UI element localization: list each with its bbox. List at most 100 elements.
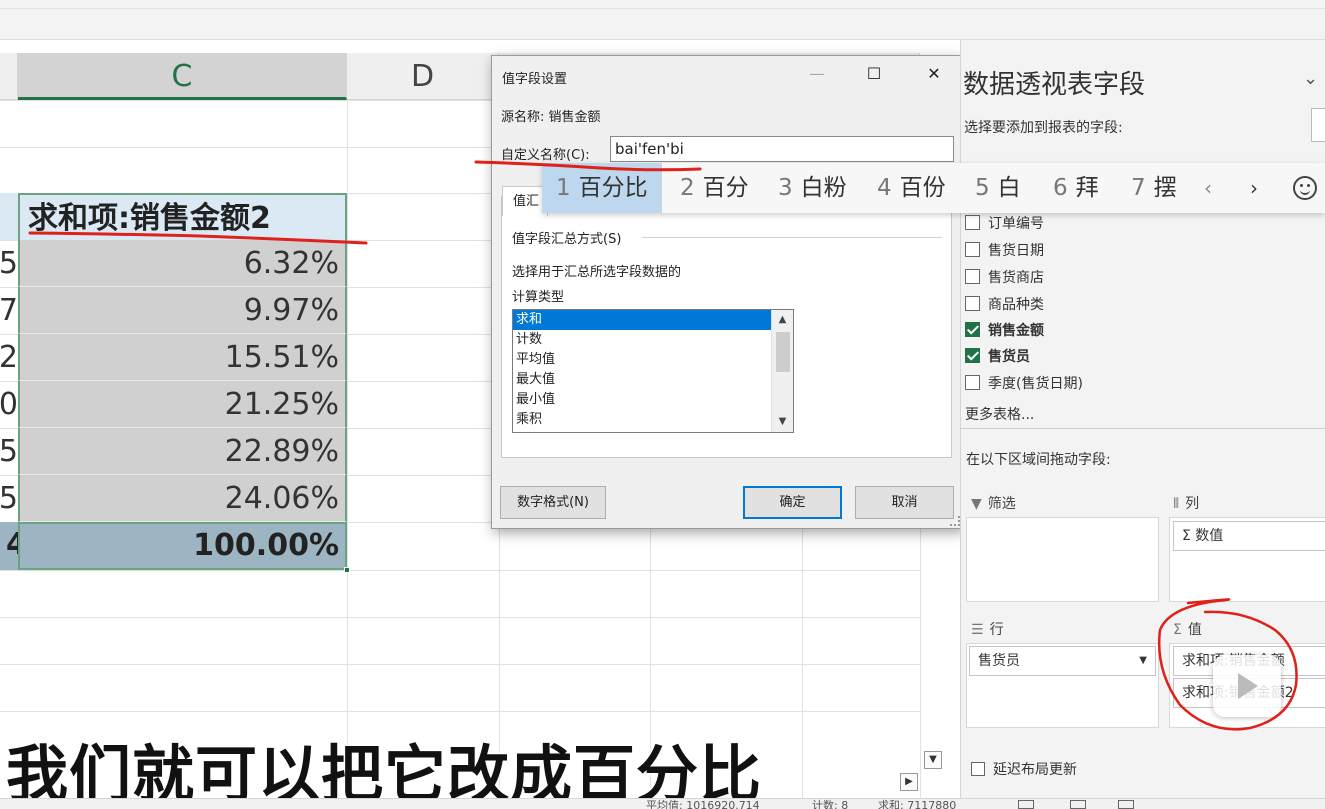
candidate-number: 3 <box>778 175 793 201</box>
checkbox-checked[interactable] <box>965 322 980 337</box>
value-cell[interactable]: 15.51% <box>18 334 347 381</box>
field-item-category[interactable]: 商品种类 <box>965 293 1044 317</box>
checkbox[interactable] <box>965 242 980 257</box>
value-cell[interactable]: 6.32% <box>18 240 347 287</box>
chevron-up-icon[interactable]: ▲ <box>772 310 793 330</box>
description-line-2: 计算类型 <box>512 290 565 305</box>
ime-candidate-2[interactable]: 2 百分 <box>680 163 749 213</box>
status-count: 计数: 8 <box>812 799 849 809</box>
value-cell[interactable]: 22.89% <box>18 428 347 475</box>
custom-name-input[interactable]: bai'fen'bi <box>610 136 954 162</box>
maximize-button[interactable]: ☐ <box>859 62 889 86</box>
cancel-button[interactable]: 取消 <box>855 486 954 519</box>
field-item-sale-date[interactable]: 售货日期 <box>965 239 1044 263</box>
column-header-b[interactable] <box>0 53 18 100</box>
number-format-button[interactable]: 数字格式(N) <box>500 486 606 519</box>
source-name-label: 源名称: 销售金额 <box>501 110 601 125</box>
filter-icon: ▼ <box>971 496 982 512</box>
field-item-order-id[interactable]: 订单编号 <box>965 212 1044 236</box>
column-header-d[interactable]: D <box>347 53 499 100</box>
ime-candidate-4[interactable]: 4 百份 <box>877 163 946 213</box>
value-cell[interactable]: 24.06% <box>18 475 347 522</box>
calculation-type-list[interactable]: 求和 计数 平均值 最大值 最小值 乘积 ▲ ▼ <box>512 309 794 433</box>
scroll-thumb[interactable] <box>776 332 790 372</box>
checkbox[interactable] <box>971 762 985 776</box>
candidate-text: 百份 <box>899 175 946 201</box>
columns-item-values[interactable]: Σ 数值 <box>1173 521 1325 551</box>
field-item-sales-amount[interactable]: 销售金额 <box>965 319 1044 343</box>
list-item[interactable]: 求和 <box>513 310 771 330</box>
column-header-c[interactable]: C <box>18 53 347 100</box>
row-edge-cell[interactable]: 0 <box>0 381 18 428</box>
sigma-icon: Σ <box>1173 622 1182 638</box>
chevron-down-icon[interactable]: ▼ <box>772 412 793 432</box>
list-item[interactable]: 最小值 <box>513 390 771 410</box>
columns-area-label: ⦀ 列 <box>1173 493 1199 513</box>
grand-total-cell[interactable]: 100.00% <box>18 522 347 570</box>
candidate-number: 6 <box>1053 175 1068 201</box>
gear-icon[interactable] <box>1311 108 1325 142</box>
candidate-number: 5 <box>975 175 990 201</box>
checkbox[interactable] <box>965 375 980 390</box>
close-button[interactable]: ✕ <box>919 62 949 86</box>
page-layout-view-icon[interactable] <box>1070 800 1086 809</box>
caret-down-icon[interactable]: ▼ <box>1139 647 1147 675</box>
fill-handle[interactable] <box>344 567 350 573</box>
emoji-icon[interactable] <box>1293 176 1317 200</box>
field-item-quarter[interactable]: 季度(售货日期) <box>965 372 1083 396</box>
field-label: 售货日期 <box>988 243 1044 259</box>
chevron-down-icon[interactable]: ⌄ <box>1303 68 1318 89</box>
scroll-down-button[interactable]: ▼ <box>924 751 942 769</box>
candidate-number: 4 <box>877 175 892 201</box>
page-break-view-icon[interactable] <box>1118 800 1134 809</box>
ime-candidate-6[interactable]: 6拜 <box>1053 163 1099 213</box>
ok-button[interactable]: 确定 <box>743 486 842 519</box>
field-item-store[interactable]: 售货商店 <box>965 266 1044 290</box>
rows-label-text: 行 <box>989 622 1004 638</box>
row-edge-cell[interactable]: 5 <box>0 428 18 475</box>
list-item[interactable]: 平均值 <box>513 350 771 370</box>
pivot-value-header[interactable]: 求和项:销售金额2 <box>18 193 347 240</box>
ime-next-page-icon[interactable]: › <box>1250 163 1258 213</box>
candidate-text: 百分 <box>702 175 749 201</box>
section-separator <box>642 237 942 238</box>
minimize-button[interactable]: — <box>802 62 832 86</box>
checkbox[interactable] <box>965 215 980 230</box>
grid-line <box>0 711 920 712</box>
defer-layout-update[interactable]: 延迟布局更新 <box>971 759 1077 779</box>
more-tables-link[interactable]: 更多表格... <box>965 404 1034 424</box>
checkbox[interactable] <box>965 269 980 284</box>
columns-label-text: 列 <box>1185 496 1200 512</box>
ime-candidate-5[interactable]: 5白 <box>975 163 1021 213</box>
ime-candidate-7[interactable]: 7摆 <box>1131 163 1177 213</box>
field-label: 商品种类 <box>988 297 1044 313</box>
value-cell[interactable]: 21.25% <box>18 381 347 428</box>
video-play-overlay[interactable] <box>1213 655 1281 717</box>
rows-item-salesperson[interactable]: 售货员 ▼ <box>969 646 1156 676</box>
scroll-right-button[interactable]: ▶ <box>900 773 918 791</box>
resize-grip-icon[interactable] <box>950 516 960 526</box>
ime-candidate-3[interactable]: 3 白粉 <box>778 163 847 213</box>
checkbox-checked[interactable] <box>965 348 980 363</box>
row-edge-cell[interactable]: 7 <box>0 287 18 334</box>
value-cell[interactable]: 9.97% <box>18 287 347 334</box>
list-scrollbar[interactable]: ▲ ▼ <box>771 310 793 432</box>
filter-drop-area[interactable] <box>966 517 1159 602</box>
grid-line <box>347 100 348 809</box>
candidate-text: 拜 <box>1075 175 1099 201</box>
custom-name-label: 自定义名称(C): <box>501 148 590 163</box>
total-edge-cell[interactable]: 4 <box>0 522 18 570</box>
ime-candidate-1[interactable]: 1 百分比 <box>542 163 662 213</box>
list-item[interactable]: 乘积 <box>513 410 771 430</box>
row-edge-cell[interactable]: 5 <box>0 475 18 522</box>
row-edge-cell[interactable]: 2 <box>0 334 18 381</box>
list-item[interactable]: 最大值 <box>513 370 771 390</box>
ime-prev-page-icon[interactable]: ‹ <box>1204 163 1212 213</box>
field-label: 季度(售货日期) <box>988 376 1083 392</box>
field-item-salesperson[interactable]: 售货员 <box>965 345 1030 369</box>
checkbox[interactable] <box>965 296 980 311</box>
field-label: 售货员 <box>988 349 1030 365</box>
list-item[interactable]: 计数 <box>513 330 771 350</box>
row-edge-cell[interactable]: 5 <box>0 240 18 287</box>
normal-view-icon[interactable] <box>1018 800 1034 809</box>
